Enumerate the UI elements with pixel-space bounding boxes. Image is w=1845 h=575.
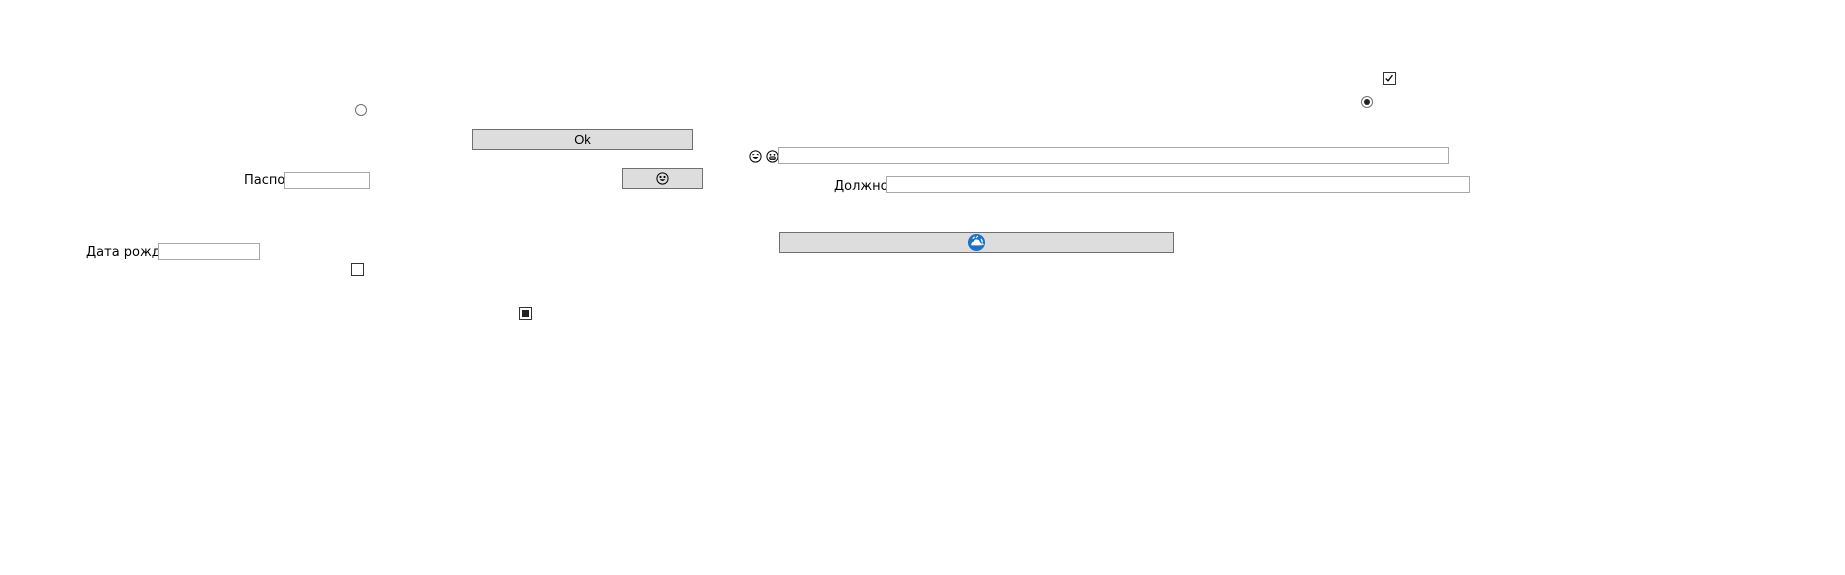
birthdate-input[interactable] [158, 243, 260, 260]
checkbox-middle[interactable] [519, 307, 532, 320]
check-mark-icon [1385, 74, 1393, 82]
checkbox-left[interactable] [351, 263, 364, 276]
ok-button-label: Ok [574, 132, 591, 147]
passport-input[interactable] [284, 172, 370, 189]
checkbox-right[interactable] [1383, 72, 1396, 85]
refresh-cloud-icon [967, 233, 986, 252]
emoji-button[interactable] [622, 168, 703, 189]
radio-left[interactable] [355, 104, 367, 116]
emoji-laugh-icon [749, 150, 762, 163]
refresh-button[interactable] [779, 232, 1174, 253]
position-input[interactable] [886, 176, 1470, 193]
ok-button[interactable]: Ok [472, 129, 693, 150]
checkbox-indeterminate-mark [522, 310, 529, 317]
radio-selected-dot [1364, 99, 1370, 105]
radio-right[interactable] [1361, 96, 1373, 108]
emoji-face-icon [656, 172, 669, 185]
top-text-input[interactable] [778, 147, 1449, 164]
